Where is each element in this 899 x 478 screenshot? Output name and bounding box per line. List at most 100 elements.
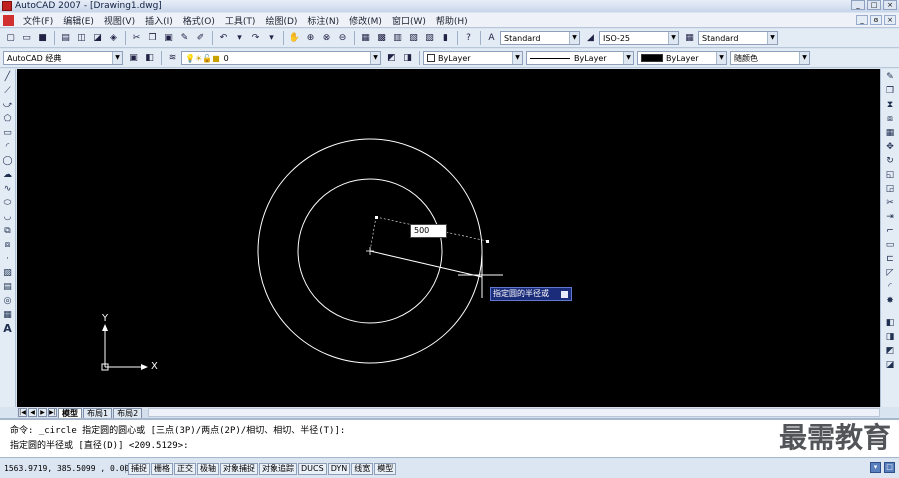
insert-block-icon[interactable]: ⧉ [1,224,15,237]
menu-window[interactable]: 窗口(W) [387,14,431,27]
chevron-down-icon[interactable]: ▼ [512,52,522,64]
ellipse-arc-icon[interactable]: ◡ [1,210,15,223]
new-file-icon[interactable]: ▢ [3,31,18,46]
multiline-text-icon[interactable]: A [1,322,15,335]
markup-icon[interactable]: ▨ [422,31,437,46]
spline-icon[interactable]: ∿ [1,182,15,195]
zoom-previous-icon[interactable]: ⊖ [335,31,350,46]
chevron-down-icon[interactable]: ▼ [668,32,678,44]
erase-icon[interactable]: ✎ [883,70,897,83]
move-icon[interactable]: ✥ [883,140,897,153]
close-button[interactable]: × [883,0,897,10]
explode-icon[interactable]: ✸ [883,294,897,307]
my-workspace-icon[interactable]: ◧ [142,51,157,66]
menu-modify[interactable]: 修改(M) [344,14,387,27]
chevron-down-icon[interactable]: ▼ [716,52,726,64]
design-center-icon[interactable]: ▩ [374,31,389,46]
line-icon[interactable]: ╱ [1,70,15,83]
menu-format[interactable]: 格式(O) [178,14,220,27]
color-select[interactable]: ByLayer ▼ [423,51,523,65]
coordinate-readout[interactable]: 1563.9719, 385.5099 , 0.0000 [2,464,139,473]
properties-icon[interactable]: ▦ [358,31,373,46]
lineweight-select[interactable]: ByLayer ▼ [637,51,727,65]
zoom-realtime-icon[interactable]: ⊕ [303,31,318,46]
fillet-icon[interactable]: ◜ [883,280,897,293]
calculator-icon[interactable]: ▮ [438,31,453,46]
menu-dimension[interactable]: 标注(N) [302,14,344,27]
help-icon[interactable]: ? [461,31,476,46]
pan-icon[interactable]: ✋ [287,31,302,46]
menu-draw[interactable]: 绘图(D) [260,14,302,27]
autocad-app-icon[interactable] [2,1,12,11]
dyn-toggle[interactable]: DYN [327,462,351,475]
chevron-down-icon[interactable]: ▼ [112,52,122,64]
scale-icon[interactable]: ◱ [883,168,897,181]
print-preview-icon[interactable]: ◫ [74,31,89,46]
dimension-style-select[interactable]: ISO-25 ▼ [599,31,679,45]
point-icon[interactable]: · [1,252,15,265]
chamfer-icon[interactable]: ◸ [883,266,897,279]
prev-tab-button[interactable]: ◀ [28,408,37,417]
tab-layout1[interactable]: 布局1 [83,407,113,418]
ducs-toggle[interactable]: DUCS [298,462,327,475]
undo-dropdown-icon[interactable]: ▾ [232,31,247,46]
tab-layout2[interactable]: 布局2 [113,407,143,418]
menu-file[interactable]: 文件(F) [18,14,58,27]
text-style-icon[interactable]: A [484,31,499,46]
save-icon[interactable]: ■ [35,31,50,46]
document-menu-icon[interactable] [3,14,14,26]
array-icon[interactable]: ▦ [883,126,897,139]
publish-icon[interactable]: ◪ [90,31,105,46]
snap-toggle[interactable]: 捕捉 [128,462,150,475]
copy-object-icon[interactable]: ❐ [883,84,897,97]
hatch-icon[interactable]: ▨ [1,266,15,279]
copy-icon[interactable]: ❐ [145,31,160,46]
block-editor-icon[interactable]: ✐ [193,31,208,46]
redo-icon[interactable]: ↷ [248,31,263,46]
menu-help[interactable]: 帮助(H) [431,14,473,27]
chevron-down-icon[interactable]: ▼ [623,52,633,64]
chevron-down-icon[interactable]: ▼ [569,32,579,44]
region-icon[interactable]: ◎ [1,294,15,307]
text-style-select[interactable]: Standard ▼ [500,31,580,45]
make-block-icon[interactable]: ⧈ [1,238,15,251]
gradient-icon[interactable]: ▤ [1,280,15,293]
horizontal-scrollbar[interactable] [148,408,880,417]
sheet-set-icon[interactable]: ▧ [406,31,421,46]
layer-previous-icon[interactable]: ◨ [400,51,415,66]
circle-icon[interactable]: ◯ [1,154,15,167]
print-icon[interactable]: ▤ [58,31,73,46]
last-tab-button[interactable]: ▶| [48,408,57,417]
command-line-window[interactable]: 命令: _circle 指定圆的圆心或 [三点(3P)/两点(2P)/相切、相切… [0,418,899,458]
menu-view[interactable]: 视图(V) [99,14,140,27]
chevron-down-icon[interactable]: ▼ [767,32,777,44]
model-space-toggle[interactable]: 模型 [374,462,397,475]
chevron-down-icon[interactable]: ▼ [799,52,809,64]
otrack-toggle[interactable]: 对象追踪 [259,462,297,475]
join-icon[interactable]: ⊏ [883,252,897,265]
chevron-down-icon[interactable]: ▼ [370,52,380,64]
workspace-select[interactable]: AutoCAD 经典 ▼ [3,51,123,65]
next-tab-button[interactable]: ▶ [38,408,47,417]
drawing-canvas[interactable]: 500 指定圆的半径或 Y X [17,69,880,407]
linetype-select[interactable]: ByLayer ▼ [526,51,634,65]
layer-select[interactable]: 💡☀🔓■ 0 ▼ [181,51,381,65]
bring-above-icon[interactable]: ◩ [883,344,897,357]
minimize-button[interactable]: _ [851,0,865,10]
grid-toggle[interactable]: 栅格 [151,462,173,475]
redo-dropdown-icon[interactable]: ▾ [264,31,279,46]
table-icon[interactable]: ▦ [1,308,15,321]
make-object-layer-current-icon[interactable]: ◩ [384,51,399,66]
dynamic-dimension-input[interactable]: 500 [410,224,447,238]
plot-style-select[interactable]: 随颜色 ▼ [730,51,810,65]
3d-dwf-icon[interactable]: ◈ [106,31,121,46]
ellipse-icon[interactable]: ⬭ [1,196,15,209]
rectangle-icon[interactable]: ▭ [1,126,15,139]
revision-cloud-icon[interactable]: ☁ [1,168,15,181]
cut-icon[interactable]: ✂ [129,31,144,46]
table-style-select[interactable]: Standard ▼ [698,31,778,45]
open-file-icon[interactable]: ▭ [19,31,34,46]
rotate-icon[interactable]: ↻ [883,154,897,167]
construction-line-icon[interactable]: ⟋ [1,84,15,97]
draw-order-back-icon[interactable]: ◨ [883,330,897,343]
